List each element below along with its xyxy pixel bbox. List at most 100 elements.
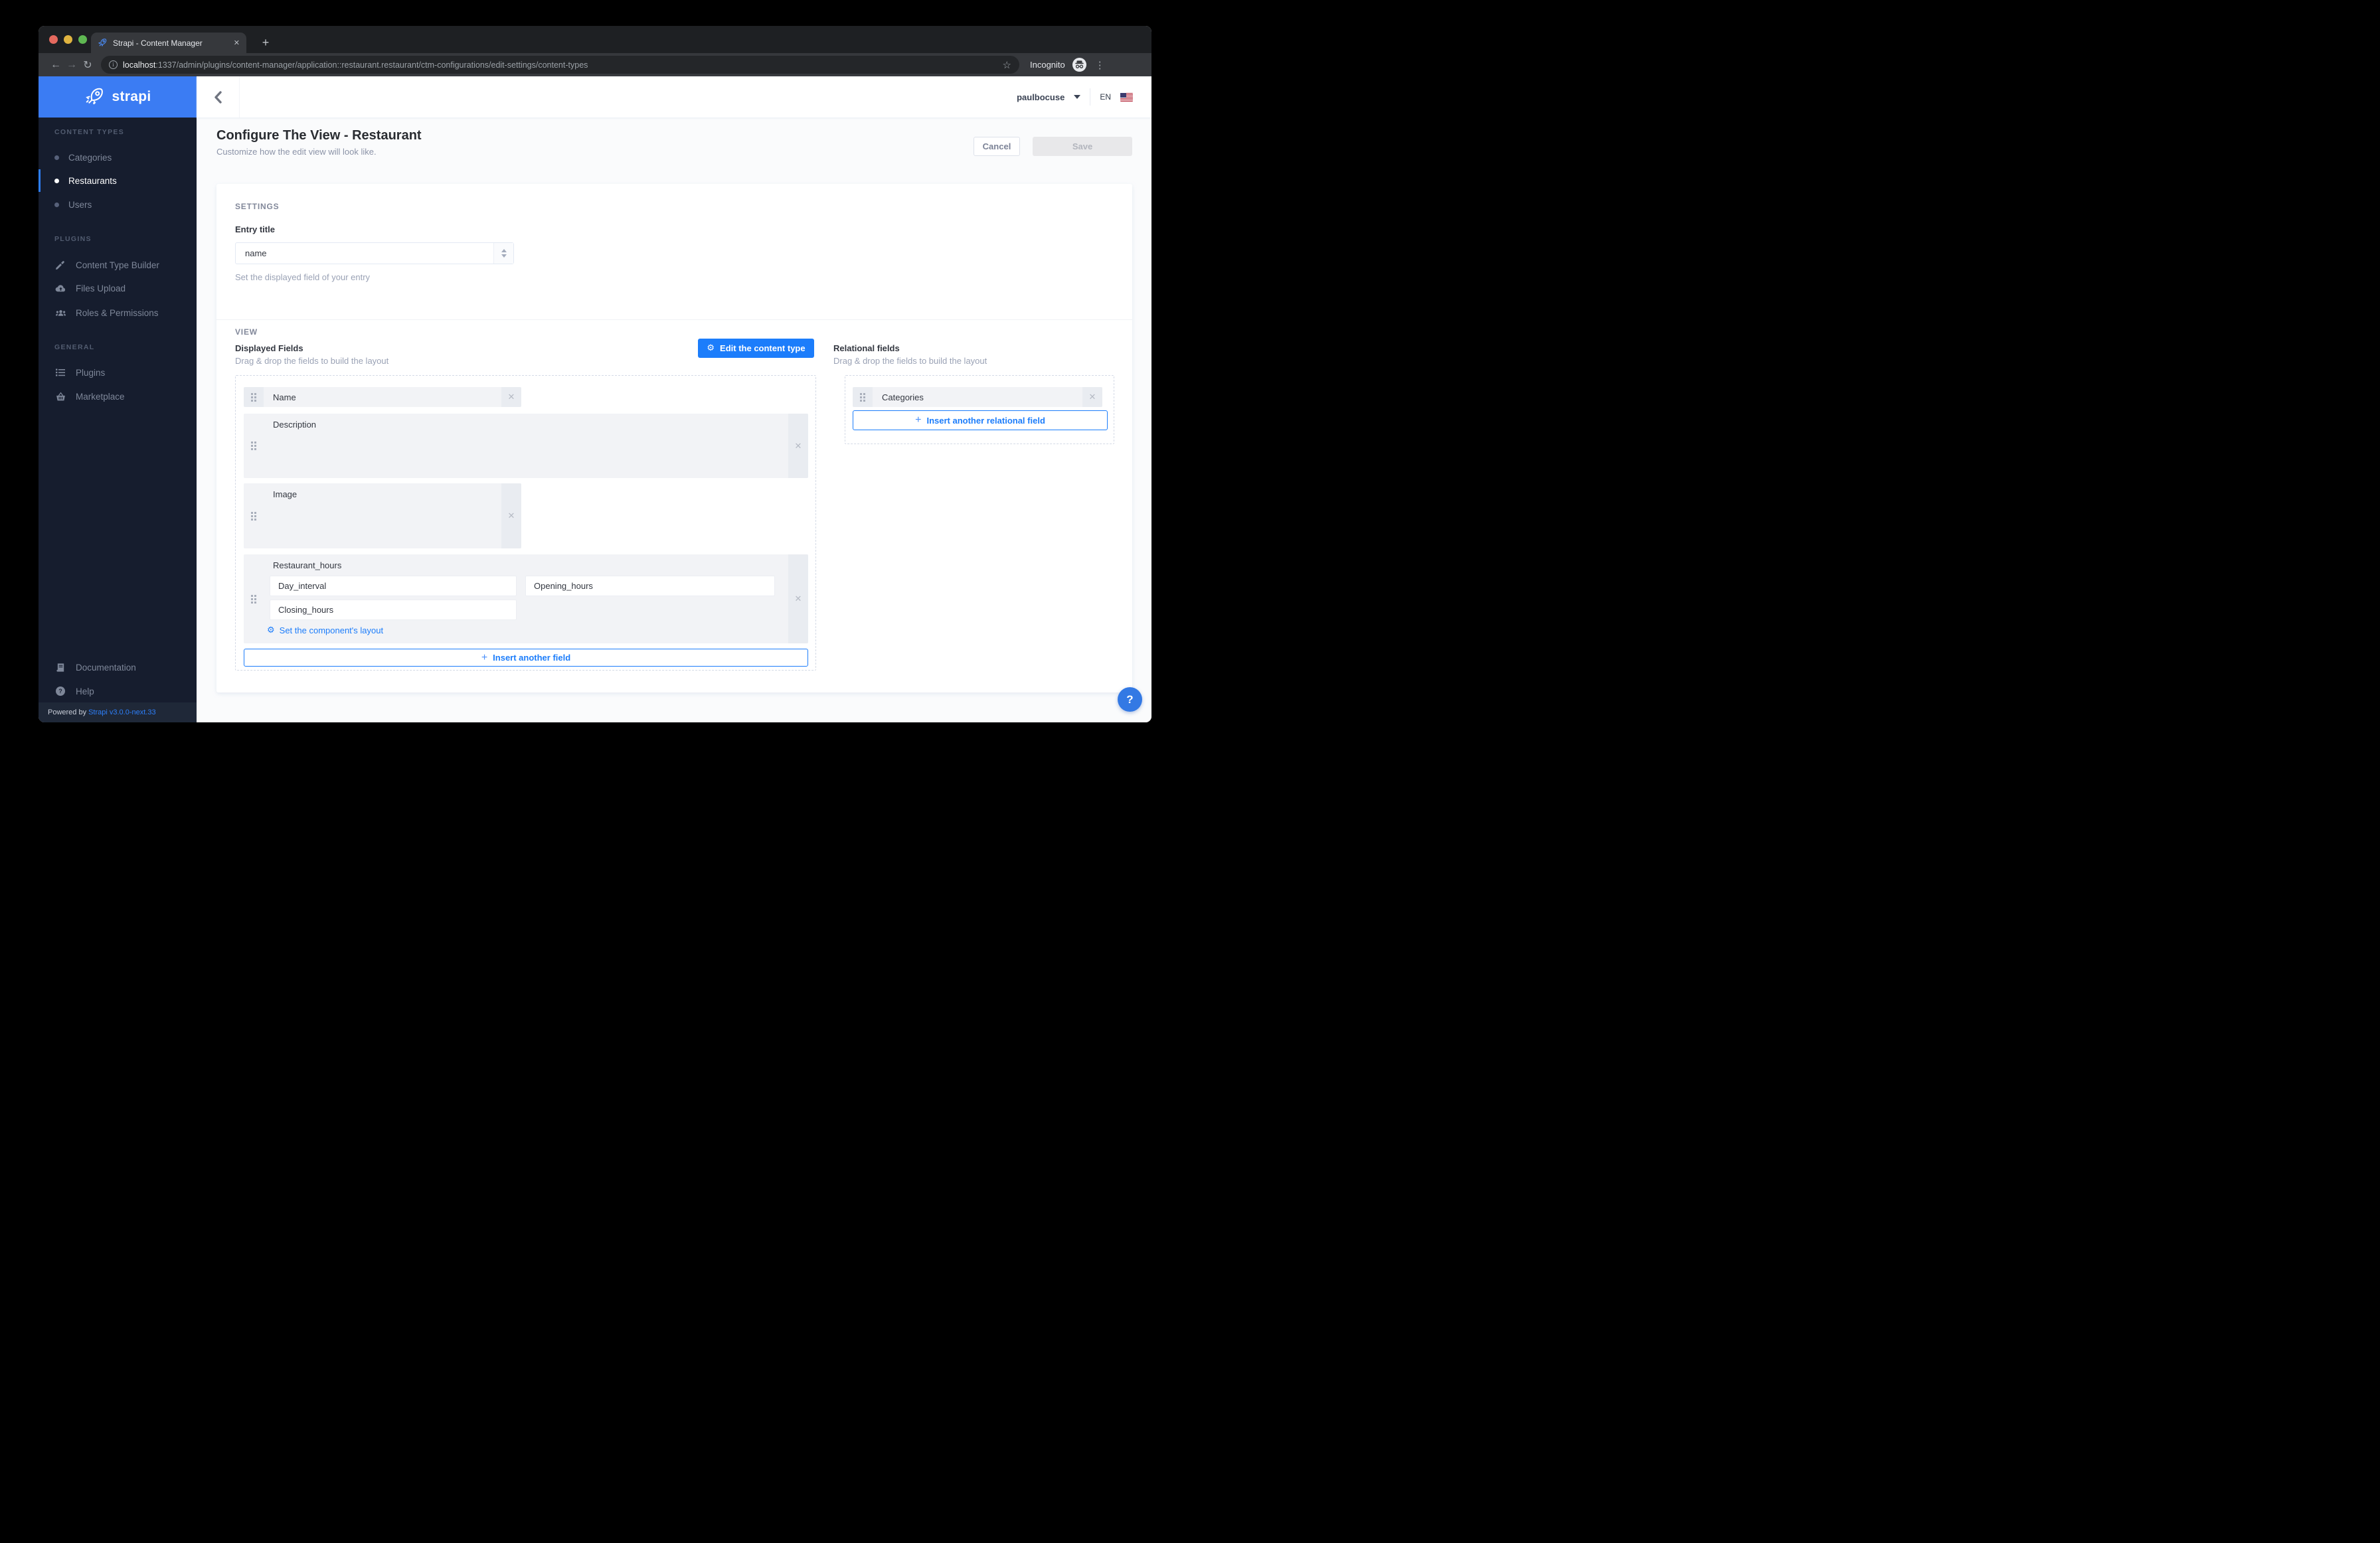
page-subtitle: Customize how the edit view will look li… xyxy=(216,147,377,157)
close-window-button[interactable] xyxy=(49,35,58,44)
remove-field-icon[interactable]: ✕ xyxy=(788,554,808,643)
sidebar-item-content-type-builder[interactable]: Content Type Builder xyxy=(39,254,197,276)
field-row-categories[interactable]: Categories ✕ xyxy=(853,387,1102,407)
section-label-content-types: CONTENT TYPES xyxy=(54,128,124,136)
address-bar[interactable]: i localhost:1337/admin/plugins/content-m… xyxy=(101,56,1019,74)
sidebar-item-documentation[interactable]: Documentation xyxy=(39,656,197,679)
minimize-window-button[interactable] xyxy=(64,35,72,44)
relational-fields-subtitle: Drag & drop the fields to build the layo… xyxy=(833,356,987,366)
field-label: Categories xyxy=(873,387,1082,407)
sidebar-item-label: Help xyxy=(76,687,94,696)
strapi-version-link[interactable]: Strapi v3.0.0-next.33 xyxy=(88,708,156,716)
powered-by-footer: Powered by Strapi v3.0.0-next.33 xyxy=(39,702,197,722)
bookmark-star-icon[interactable]: ☆ xyxy=(1003,59,1011,71)
drag-handle-icon[interactable] xyxy=(244,554,264,643)
strapi-rocket-icon xyxy=(84,86,106,108)
remove-field-icon[interactable]: ✕ xyxy=(788,414,808,478)
browser-menu-icon[interactable]: ⋮ xyxy=(1095,59,1105,71)
locale-label[interactable]: EN xyxy=(1100,92,1111,102)
set-component-layout-label: Set the component's layout xyxy=(280,625,383,635)
zoom-window-button[interactable] xyxy=(78,35,87,44)
users-icon xyxy=(54,307,66,319)
sidebar-item-restaurants[interactable]: Restaurants xyxy=(39,169,197,192)
powered-by-text: Powered by xyxy=(48,708,86,716)
plus-icon: + xyxy=(481,652,487,664)
sidebar-item-label: Content Type Builder xyxy=(76,260,159,270)
save-button[interactable]: Save xyxy=(1033,137,1132,156)
sidebar-item-plugins[interactable]: Plugins xyxy=(39,361,197,384)
field-row-restaurant-hours[interactable]: Restaurant_hours Day_interval Opening_ho… xyxy=(244,554,808,643)
sidebar-item-categories[interactable]: Categories xyxy=(39,146,197,169)
sidebar-item-marketplace[interactable]: Marketplace xyxy=(39,385,197,408)
top-header: paulbocuse EN xyxy=(197,76,1151,118)
component-field-opening-hours[interactable]: Opening_hours xyxy=(525,576,775,596)
field-row-name[interactable]: Name ✕ xyxy=(244,387,521,407)
field-row-image[interactable]: Image ✕ xyxy=(244,483,521,548)
entry-title-select[interactable]: name xyxy=(235,242,514,264)
component-field-day-interval[interactable]: Day_interval xyxy=(270,576,517,596)
url-host: localhost xyxy=(123,60,155,70)
insert-another-field-button[interactable]: + Insert another field xyxy=(244,649,808,667)
sidebar-item-help[interactable]: ? Help xyxy=(39,680,197,702)
forward-icon[interactable]: → xyxy=(64,59,80,71)
select-stepper-icon[interactable] xyxy=(493,243,513,264)
tab-close-icon[interactable]: ✕ xyxy=(234,39,240,47)
browser-window: Strapi - Content Manager ✕ + ← → ↻ i loc… xyxy=(39,26,1151,722)
strapi-favicon-icon xyxy=(98,38,108,48)
displayed-fields-subtitle: Drag & drop the fields to build the layo… xyxy=(235,356,388,366)
sidebar-item-label: Users xyxy=(68,200,92,210)
paintbrush-icon xyxy=(54,260,66,270)
remove-field-icon[interactable]: ✕ xyxy=(1082,387,1102,407)
sidebar-item-label: Restaurants xyxy=(68,176,117,186)
entry-title-help: Set the displayed field of your entry xyxy=(235,272,370,282)
browser-tab-bar: Strapi - Content Manager ✕ + xyxy=(39,26,1151,53)
plus-icon: + xyxy=(915,414,921,426)
help-fab-button[interactable]: ? xyxy=(1118,687,1142,712)
chevron-down-icon[interactable] xyxy=(1074,95,1080,99)
remove-field-icon[interactable]: ✕ xyxy=(501,387,521,407)
bullet-icon xyxy=(54,203,59,207)
set-component-layout-link[interactable]: ⚙ Set the component's layout xyxy=(267,625,383,635)
cloud-upload-icon xyxy=(54,283,66,294)
edit-content-type-button[interactable]: ⚙ Edit the content type xyxy=(698,339,814,358)
displayed-fields-title: Displayed Fields xyxy=(235,343,303,353)
bullet-icon xyxy=(54,179,59,183)
svg-text:?: ? xyxy=(58,688,62,694)
insert-relational-field-button[interactable]: + Insert another relational field xyxy=(853,410,1108,430)
remove-field-icon[interactable]: ✕ xyxy=(501,483,521,548)
reload-icon[interactable]: ↻ xyxy=(80,58,96,72)
sidebar-item-users[interactable]: Users xyxy=(39,193,197,216)
url-text: localhost:1337/admin/plugins/content-man… xyxy=(123,60,997,70)
drag-handle-icon[interactable] xyxy=(853,387,873,407)
chevron-left-icon xyxy=(214,91,222,104)
relational-fields-title: Relational fields xyxy=(833,343,900,353)
us-flag-icon[interactable] xyxy=(1120,93,1133,102)
user-menu[interactable]: paulbocuse xyxy=(1017,92,1064,102)
sidebar-item-files-upload[interactable]: Files Upload xyxy=(39,277,197,299)
page-info-icon[interactable]: i xyxy=(109,60,118,69)
header-divider xyxy=(239,76,240,118)
sidebar-item-label: Documentation xyxy=(76,663,136,673)
section-label-plugins: PLUGINS xyxy=(54,235,92,243)
page-title: Configure The View - Restaurant xyxy=(216,128,422,143)
component-field-closing-hours[interactable]: Closing_hours xyxy=(270,600,517,620)
browser-toolbar: ← → ↻ i localhost:1337/admin/plugins/con… xyxy=(39,53,1151,76)
sidebar: strapi CONTENT TYPES Categories Restaura… xyxy=(39,76,197,722)
cancel-button[interactable]: Cancel xyxy=(974,137,1020,156)
strapi-logo[interactable]: strapi xyxy=(39,76,197,118)
drag-handle-icon[interactable] xyxy=(244,414,264,478)
back-button[interactable] xyxy=(209,88,227,106)
edit-content-type-label: Edit the content type xyxy=(720,343,806,353)
book-icon xyxy=(54,663,66,673)
drag-handle-icon[interactable] xyxy=(244,483,264,548)
drag-handle-icon[interactable] xyxy=(244,387,264,407)
relational-fields-dropzone: Categories ✕ + Insert another relational… xyxy=(845,375,1114,444)
new-tab-button[interactable]: + xyxy=(258,35,274,51)
incognito-label: Incognito xyxy=(1030,60,1065,70)
browser-tab[interactable]: Strapi - Content Manager ✕ xyxy=(91,33,246,53)
sidebar-item-roles-permissions[interactable]: Roles & Permissions xyxy=(39,301,197,324)
field-row-description[interactable]: Description ✕ xyxy=(244,414,808,478)
incognito-icon xyxy=(1072,57,1087,72)
back-icon[interactable]: ← xyxy=(48,59,64,71)
tab-title: Strapi - Content Manager xyxy=(113,39,228,48)
